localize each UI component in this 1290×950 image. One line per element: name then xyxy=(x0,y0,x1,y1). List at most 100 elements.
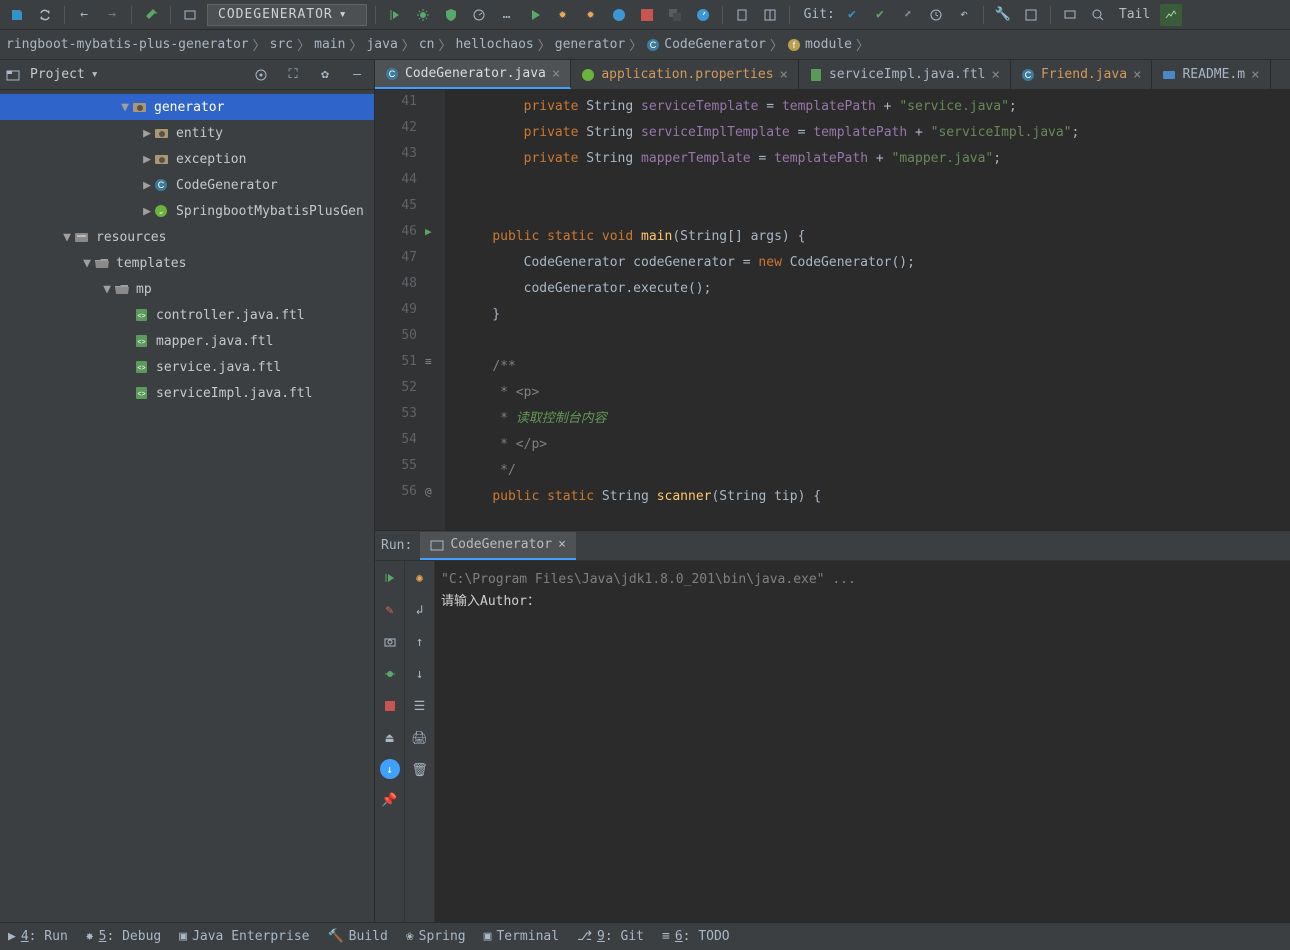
git-update-icon[interactable]: ✔ xyxy=(841,4,863,26)
sync-icon[interactable] xyxy=(34,4,56,26)
expand-arrow-icon[interactable]: ▶ xyxy=(140,178,154,193)
tree-item[interactable]: ▼resources xyxy=(0,224,374,250)
tree-item[interactable]: <>serviceImpl.java.ftl xyxy=(0,380,374,406)
scroll-up-icon[interactable]: ↑ xyxy=(409,631,431,653)
web-icon[interactable] xyxy=(608,4,630,26)
tree-item[interactable]: <>service.java.ftl xyxy=(0,354,374,380)
console-output[interactable]: "C:\Program Files\Java\jdk1.8.0_201\bin\… xyxy=(435,561,1290,922)
editor-tab[interactable]: serviceImpl.java.ftl× xyxy=(799,60,1011,89)
close-icon[interactable]: × xyxy=(1251,67,1259,83)
close-icon[interactable]: × xyxy=(552,66,560,82)
stack-icon[interactable]: ✺ xyxy=(409,567,431,589)
layout-icon[interactable] xyxy=(759,4,781,26)
expand-arrow-icon[interactable]: ▶ xyxy=(140,152,154,167)
expand-arrow-icon[interactable]: ▼ xyxy=(118,100,132,115)
run-target-icon[interactable] xyxy=(179,4,201,26)
git-commit-icon[interactable]: ✔ xyxy=(869,4,891,26)
run-icon[interactable] xyxy=(524,4,546,26)
camera-icon[interactable] xyxy=(379,631,401,653)
search-icon[interactable] xyxy=(1087,4,1109,26)
gear-icon[interactable]: ✿ xyxy=(314,64,336,86)
editor-tab[interactable]: application.properties× xyxy=(571,60,799,89)
tree-item[interactable]: ▼generator xyxy=(0,94,374,120)
download-icon[interactable]: ↓ xyxy=(380,759,400,779)
bug-clock-icon[interactable]: ✹ xyxy=(552,4,574,26)
bottom-bar-item-debug[interactable]: ✸5: Debug xyxy=(86,929,161,944)
crumb[interactable]: hellochaos xyxy=(455,37,533,52)
run-gutter-icon[interactable]: ▶ xyxy=(425,225,432,238)
save-icon[interactable] xyxy=(6,4,28,26)
crumb[interactable]: generator xyxy=(555,37,625,52)
bottom-bar-item-git[interactable]: ⎇9: Git xyxy=(577,929,644,944)
tree-item[interactable]: ▶exception xyxy=(0,146,374,172)
locate-icon[interactable] xyxy=(250,64,272,86)
crumb[interactable]: ringboot-mybatis-plus-generator xyxy=(6,37,249,52)
more-run-icon[interactable]: … xyxy=(496,4,518,26)
bottom-bar-item-build[interactable]: 🔨Build xyxy=(327,929,387,944)
tree-item[interactable]: ▶entity xyxy=(0,120,374,146)
crumb[interactable]: CodeGenerator xyxy=(664,37,766,52)
git-compare-icon[interactable]: ⬈ xyxy=(897,4,919,26)
bug-gear-icon[interactable]: ✹ xyxy=(580,4,602,26)
print-icon[interactable]: 🖨 xyxy=(409,727,431,749)
editor-tab[interactable]: CCodeGenerator.java× xyxy=(375,60,571,89)
bottom-bar-item-java-enterprise[interactable]: ▣Java Enterprise xyxy=(179,929,309,944)
sidebar-title[interactable]: Project xyxy=(30,67,85,82)
presentation-icon[interactable] xyxy=(1059,4,1081,26)
tree-item[interactable]: ▼mp xyxy=(0,276,374,302)
coverage-icon[interactable] xyxy=(440,4,462,26)
tree-item[interactable]: <>controller.java.ftl xyxy=(0,302,374,328)
editor-tab[interactable]: CFriend.java× xyxy=(1011,60,1153,89)
tree-item[interactable]: <>mapper.java.ftl xyxy=(0,328,374,354)
code-editor[interactable]: 41424344454647484950515253545556 ▶≡@ pri… xyxy=(375,90,1290,530)
git-rollback-icon[interactable]: ↶ xyxy=(953,4,975,26)
crumb[interactable]: cn xyxy=(419,37,435,52)
attach-icon[interactable] xyxy=(731,4,753,26)
git-history-icon[interactable] xyxy=(925,4,947,26)
memory-icon[interactable] xyxy=(1160,4,1182,26)
run-tab[interactable]: CodeGenerator × xyxy=(420,532,576,560)
code-area[interactable]: private String serviceTemplate = templat… xyxy=(445,90,1290,530)
back-icon[interactable]: ← xyxy=(73,4,95,26)
crumb[interactable]: main xyxy=(314,37,345,52)
crumb[interactable]: module xyxy=(805,37,852,52)
close-icon[interactable]: × xyxy=(1133,67,1141,83)
run-config-selector[interactable]: CODEGENERATOR ▾ xyxy=(207,4,367,26)
tree-item[interactable]: ▼templates xyxy=(0,250,374,276)
hide-icon[interactable]: — xyxy=(346,64,368,86)
stop-all-icon[interactable] xyxy=(664,4,686,26)
crumb[interactable]: src xyxy=(270,37,293,52)
debug-icon[interactable] xyxy=(412,4,434,26)
expand-arrow-icon[interactable]: ▼ xyxy=(80,256,94,271)
hammer-icon[interactable] xyxy=(140,4,162,26)
expand-arrow-icon[interactable]: ▶ xyxy=(140,126,154,141)
debug-attach-icon[interactable] xyxy=(379,663,401,685)
expand-arrow-icon[interactable]: ▶ xyxy=(140,204,154,219)
bottom-bar-item-run[interactable]: ▶4: Run xyxy=(8,929,68,944)
trash-icon[interactable]: 🗑 xyxy=(409,759,431,781)
exit-icon[interactable]: ⏏ xyxy=(379,727,401,749)
bottom-bar-item-terminal[interactable]: ▣Terminal xyxy=(484,929,559,944)
expand-arrow-icon[interactable]: ▼ xyxy=(100,282,114,297)
filter-icon[interactable]: ☰ xyxy=(409,695,431,717)
pin-icon[interactable]: 📌 xyxy=(379,789,401,811)
editor-tab[interactable]: README.m× xyxy=(1152,60,1270,89)
bottom-bar-item-todo[interactable]: ≡6: TODO xyxy=(662,929,730,944)
profiler-icon[interactable] xyxy=(468,4,490,26)
stop-icon[interactable] xyxy=(379,695,401,717)
tree-item[interactable]: ▶SpringbootMybatisPlusGen xyxy=(0,198,374,224)
chevron-down-icon[interactable]: ▾ xyxy=(91,67,99,82)
stop-icon[interactable] xyxy=(636,4,658,26)
close-icon[interactable]: × xyxy=(780,67,788,83)
wrench-icon[interactable]: 🔧 xyxy=(992,4,1014,26)
rerun-icon[interactable] xyxy=(384,4,406,26)
expand-all-icon[interactable]: ⛶ xyxy=(282,64,304,86)
edit-icon[interactable]: ✎ xyxy=(379,599,401,621)
tree-item[interactable]: ▶CCodeGenerator xyxy=(0,172,374,198)
forward-icon[interactable]: → xyxy=(101,4,123,26)
bottom-bar-item-spring[interactable]: ❀Spring xyxy=(406,929,466,944)
close-icon[interactable]: × xyxy=(558,537,566,552)
close-icon[interactable]: × xyxy=(992,67,1000,83)
expand-arrow-icon[interactable]: ▼ xyxy=(60,230,74,245)
crumb[interactable]: java xyxy=(366,37,397,52)
